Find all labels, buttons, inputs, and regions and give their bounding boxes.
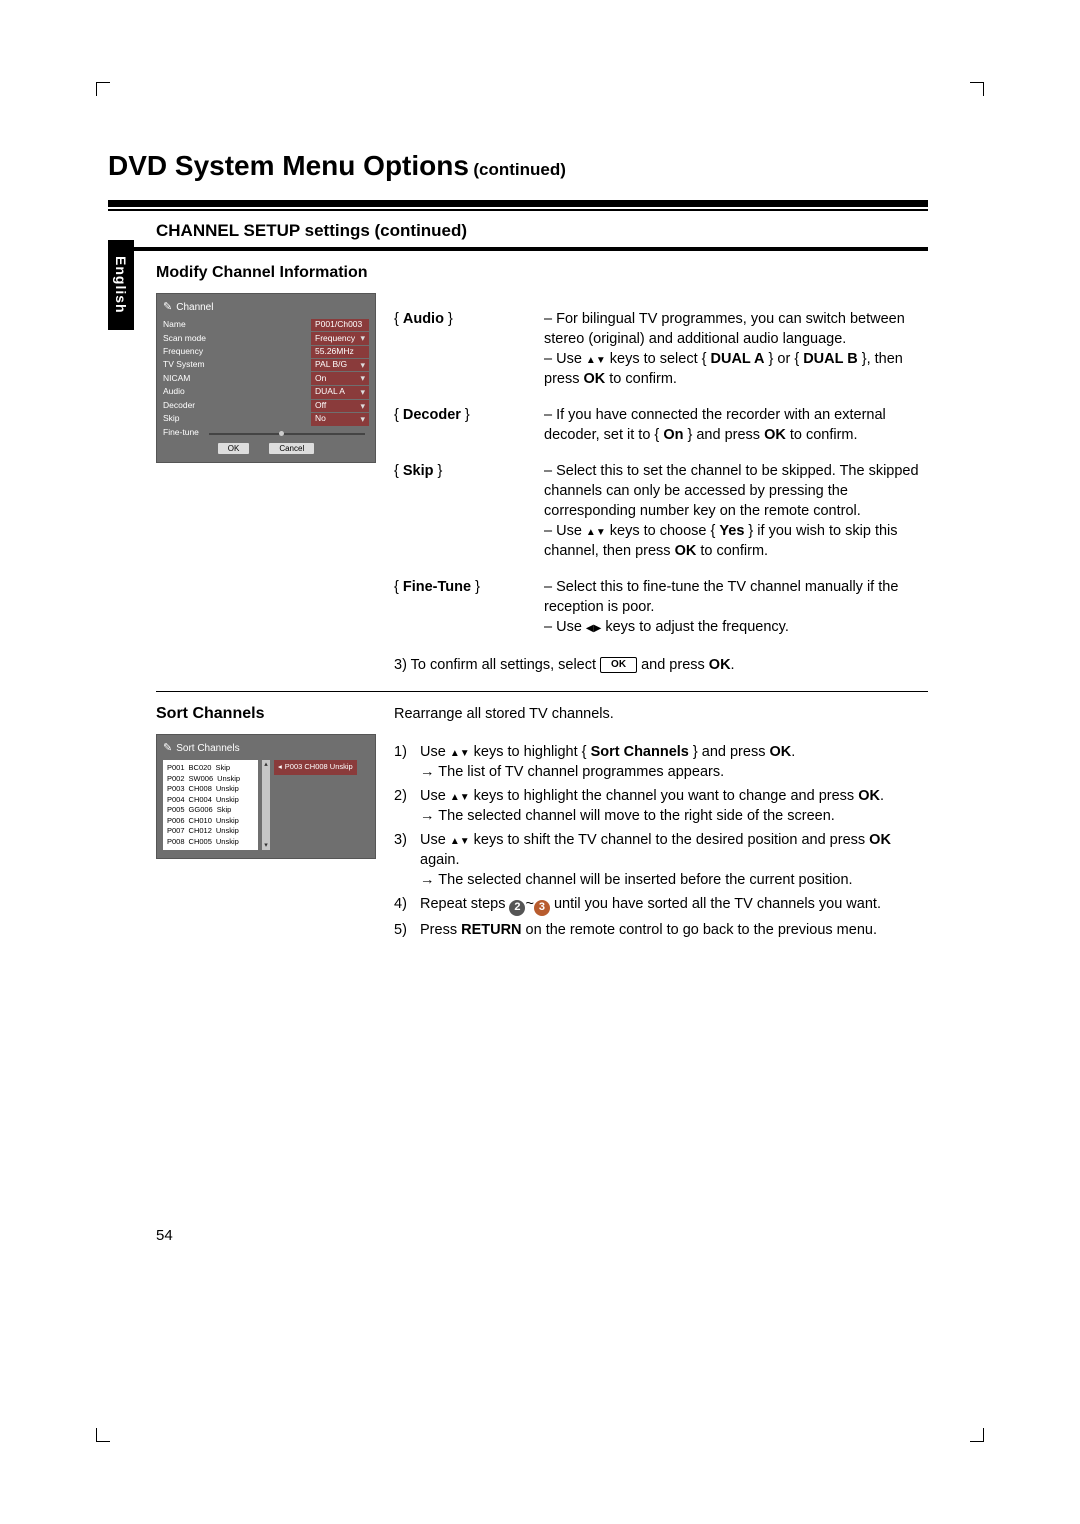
osd-row: NICAMOn [163,372,369,385]
step-badge-3: 3 [534,900,550,916]
list-item: P007CH012Unskip [167,826,254,837]
crop-mark [96,82,110,96]
page-title: DVD System Menu Options (continued) [108,150,928,182]
list-item: P002SW006Unskip [167,774,254,785]
down-icon [460,832,470,848]
rule [156,691,928,692]
list-item: P006CH010Unskip [167,816,254,827]
channel-osd-panel: Channel NameP001/Ch003 Scan modeFrequenc… [156,293,376,463]
step-badge-2: 2 [509,900,525,916]
pencil-icon [163,741,172,756]
page-content: DVD System Menu Options (continued) CHAN… [108,150,928,944]
arrow-right-icon: → [420,808,435,824]
pencil-icon [163,300,172,315]
step-5: 5) Press RETURN on the remote control to… [394,920,928,940]
step-2: 2) Use keys to highlight the channel you… [394,786,928,826]
ok-button-graphic: OK [600,657,637,673]
list-item: P003CH008Unskip [167,784,254,795]
step-1: 1) Use keys to highlight { Sort Channels… [394,742,928,782]
arrow-right-icon: → [420,764,435,780]
fine-tune-slider [209,433,365,435]
def-skip: { Skip } – Select this to set the channe… [394,461,928,561]
def-audio: { { Audio }Audio } – For bilingual TV pr… [394,309,928,389]
confirm-step: 3) To confirm all settings, select OK an… [394,655,928,675]
up-icon [450,832,460,848]
down-icon [460,744,470,760]
page-number: 54 [156,1227,173,1244]
def-fine-tune: { Fine-Tune } – Select this to fine-tune… [394,577,928,637]
sort-list: P001BC020Skip P002SW006Unskip P003CH008U… [163,760,258,850]
list-item: P004CH004Unskip [167,795,254,806]
down-icon [596,523,606,539]
osd-row: SkipNo [163,413,369,426]
def-decoder: { Decoder } – If you have connected the … [394,405,928,445]
osd-row: Frequency55.26MHz [163,346,369,358]
left-icon [586,619,594,635]
arrow-right-icon: → [420,872,435,888]
title-main: DVD System Menu Options [108,150,469,181]
rule [108,247,928,251]
crop-mark [970,82,984,96]
list-item: P005GG006Skip [167,805,254,816]
section-header: CHANNEL SETUP settings (continued) [108,211,928,247]
osd-row: TV SystemPAL B/G [163,359,369,372]
osd-title: Channel [163,300,369,315]
sort-osd-panel: Sort Channels P001BC020Skip P002SW006Uns… [156,734,376,859]
rule [108,200,928,207]
up-icon [586,351,596,367]
crop-mark [970,1428,984,1442]
list-item: P008CH005Unskip [167,837,254,848]
up-icon [586,523,596,539]
moved-channel: P003 CH008 Unskip [274,760,357,775]
list-item: P001BC020Skip [167,763,254,774]
osd-row: Scan modeFrequency [163,332,369,345]
osd-buttons: OK Cancel [163,443,369,454]
up-icon [450,744,460,760]
step-3: 3) Use keys to shift the TV channel to t… [394,830,928,890]
scrollbar: ▴▾ [262,760,270,850]
sort-intro: Rearrange all stored TV channels. [394,704,928,724]
osd-title: Sort Channels [163,741,369,756]
osd-row: NameP001/Ch003 [163,319,369,331]
osd-cancel-button: Cancel [269,443,314,454]
title-continued: (continued) [473,160,566,179]
osd-row: AudioDUAL A [163,386,369,399]
down-icon [596,351,606,367]
modify-heading: Modify Channel Information [156,263,376,283]
crop-mark [96,1428,110,1442]
osd-row: DecoderOff [163,400,369,413]
osd-row-fine: Fine-tune [163,427,369,439]
osd-ok-button: OK [218,443,250,454]
sort-heading: Sort Channels [156,704,376,724]
down-icon [460,788,470,804]
up-icon [450,788,460,804]
step-4: 4) Repeat steps 2~3 until you have sorte… [394,894,928,916]
